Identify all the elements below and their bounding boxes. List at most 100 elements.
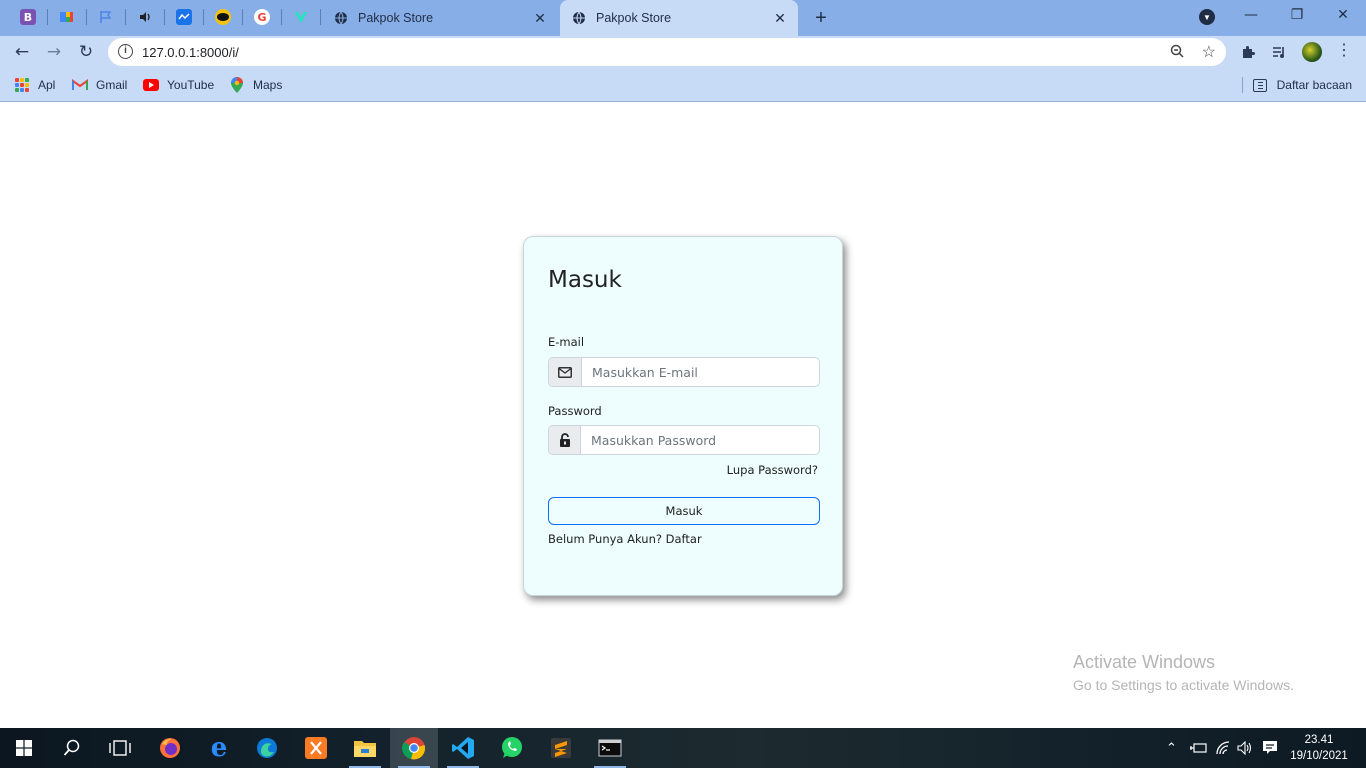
address-bar[interactable]: i 127.0.0.1:8000/i/ ☆	[108, 38, 1226, 66]
bookmark-gmail[interactable]: Gmail	[72, 77, 127, 93]
browser-menu-button[interactable]: ⋮	[1336, 42, 1352, 62]
pinned-tab-chart[interactable]	[171, 6, 197, 28]
taskbar-file-explorer[interactable]	[341, 728, 389, 768]
pinned-tab-grid[interactable]	[54, 6, 80, 28]
pinned-tab-flag[interactable]	[93, 6, 119, 28]
taskbar-whatsapp[interactable]	[488, 728, 536, 768]
media-control-button[interactable]	[1269, 42, 1289, 62]
taskbar-firefox[interactable]	[146, 728, 194, 768]
reading-list-button[interactable]: Daftar bacaan	[1241, 77, 1352, 93]
forgot-password-link[interactable]: Lupa Password?	[727, 463, 818, 477]
arrow-left-icon: ←	[14, 42, 30, 62]
more-vertical-icon: ⋮	[1336, 42, 1352, 59]
pinned-tab-bootstrap[interactable]: B	[15, 6, 41, 28]
tab-divider	[203, 9, 204, 25]
password-label: Password	[548, 404, 602, 418]
search-button[interactable]	[48, 728, 96, 768]
tab-divider	[242, 9, 243, 25]
colorful-grid-icon	[59, 9, 75, 25]
bookmark-apl[interactable]: Apl	[14, 77, 55, 93]
divider	[1241, 77, 1243, 93]
start-button[interactable]	[0, 728, 48, 768]
bootstrap-icon: B	[20, 9, 36, 25]
taskbar-clock[interactable]: 23.41 19/10/2021	[1284, 732, 1354, 764]
maps-icon	[229, 77, 245, 93]
close-window-button[interactable]: ✕	[1320, 0, 1366, 30]
tray-battery[interactable]	[1189, 728, 1207, 768]
browser-tabstrip: B G Pakpok Store ✕ Pakpok Store ✕ + ▼ — …	[0, 0, 1366, 36]
activate-windows-watermark: Activate Windows Go to Settings to activ…	[1073, 652, 1294, 693]
login-button[interactable]: Masuk	[548, 497, 820, 525]
bookmark-maps[interactable]: Maps	[229, 77, 282, 93]
login-title: Masuk	[548, 267, 622, 293]
profile-avatar[interactable]	[1302, 42, 1322, 62]
email-input-group	[548, 357, 820, 387]
reload-button[interactable]: ↻	[74, 40, 98, 64]
tab-divider	[47, 9, 48, 25]
chart-icon	[176, 9, 192, 25]
minimize-button[interactable]: —	[1228, 0, 1274, 30]
restore-button[interactable]: ❐	[1274, 0, 1320, 30]
arrow-right-icon: →	[46, 42, 62, 62]
taskbar-edge[interactable]	[243, 728, 291, 768]
wifi-icon	[1216, 741, 1230, 755]
lock-icon	[549, 426, 581, 454]
bookmark-label: Apl	[38, 78, 56, 92]
folder-icon	[354, 741, 376, 757]
flag-icon	[98, 9, 114, 25]
back-button[interactable]: ←	[10, 40, 34, 64]
zoom-icon[interactable]	[1170, 44, 1184, 61]
close-tab-icon[interactable]: ✕	[532, 10, 548, 26]
vscode-icon	[452, 737, 474, 759]
taskbar-chrome[interactable]	[390, 728, 438, 768]
bookmark-label: Maps	[253, 78, 283, 92]
pinned-tab-vuetify[interactable]	[288, 6, 314, 28]
puzzle-icon	[1243, 46, 1255, 58]
reload-icon: ↻	[78, 42, 94, 62]
globe-icon	[573, 11, 585, 25]
pinned-tab-batman[interactable]	[210, 6, 236, 28]
taskbar-terminal[interactable]	[586, 728, 634, 768]
extensions-button[interactable]	[1238, 42, 1258, 62]
show-hidden-icons-button[interactable]: ⌃	[1166, 728, 1177, 768]
bookmark-label: YouTube	[167, 78, 215, 92]
globe-icon	[335, 11, 347, 25]
vuetify-icon	[293, 9, 309, 25]
signup-link[interactable]: Belum Punya Akun? Daftar	[548, 532, 702, 546]
taskbar-edge-legacy[interactable]: e	[195, 728, 243, 768]
taskbar-vscode[interactable]	[439, 728, 487, 768]
taskbar-xampp[interactable]	[292, 728, 340, 768]
tray-volume[interactable]	[1237, 728, 1253, 768]
taskbar-sublime[interactable]	[537, 728, 585, 768]
watermark-subtitle: Go to Settings to activate Windows.	[1073, 677, 1294, 693]
tab-title: Pakpok Store	[596, 11, 672, 25]
new-tab-button[interactable]: +	[810, 7, 832, 29]
apps-grid-icon	[14, 77, 30, 93]
tab-pakpok-store-2[interactable]: Pakpok Store ✕	[560, 0, 798, 36]
email-field[interactable]	[582, 358, 819, 386]
tray-network[interactable]	[1215, 728, 1231, 768]
tab-divider	[320, 9, 321, 25]
pinned-tab-audio[interactable]	[132, 6, 158, 28]
password-field[interactable]	[581, 426, 819, 454]
task-view-button[interactable]	[96, 728, 144, 768]
tab-pakpok-store-1[interactable]: Pakpok Store ✕	[322, 0, 558, 36]
tab-divider	[281, 9, 282, 25]
browser-toolbar: ← → ↻ i 127.0.0.1:8000/i/ ☆ ⋮	[0, 36, 1366, 68]
search-icon	[63, 739, 80, 756]
notification-icon	[1263, 741, 1277, 754]
bookmark-star-icon[interactable]: ☆	[1202, 42, 1216, 62]
tab-search-button[interactable]: ▼	[1199, 9, 1215, 25]
action-center-button[interactable]	[1262, 728, 1278, 768]
site-info-icon[interactable]: i	[118, 44, 133, 59]
pinned-tab-google[interactable]: G	[249, 6, 275, 28]
close-tab-icon[interactable]: ✕	[772, 10, 788, 26]
forward-button[interactable]: →	[42, 40, 66, 64]
url-text[interactable]: 127.0.0.1:8000/i/	[142, 45, 239, 60]
tab-divider	[164, 9, 165, 25]
gmail-icon	[72, 77, 88, 93]
bookmark-youtube[interactable]: YouTube	[143, 77, 214, 93]
speaker-icon	[137, 9, 153, 25]
chevron-up-icon: ⌃	[1166, 740, 1177, 756]
playlist-icon	[1273, 47, 1284, 58]
